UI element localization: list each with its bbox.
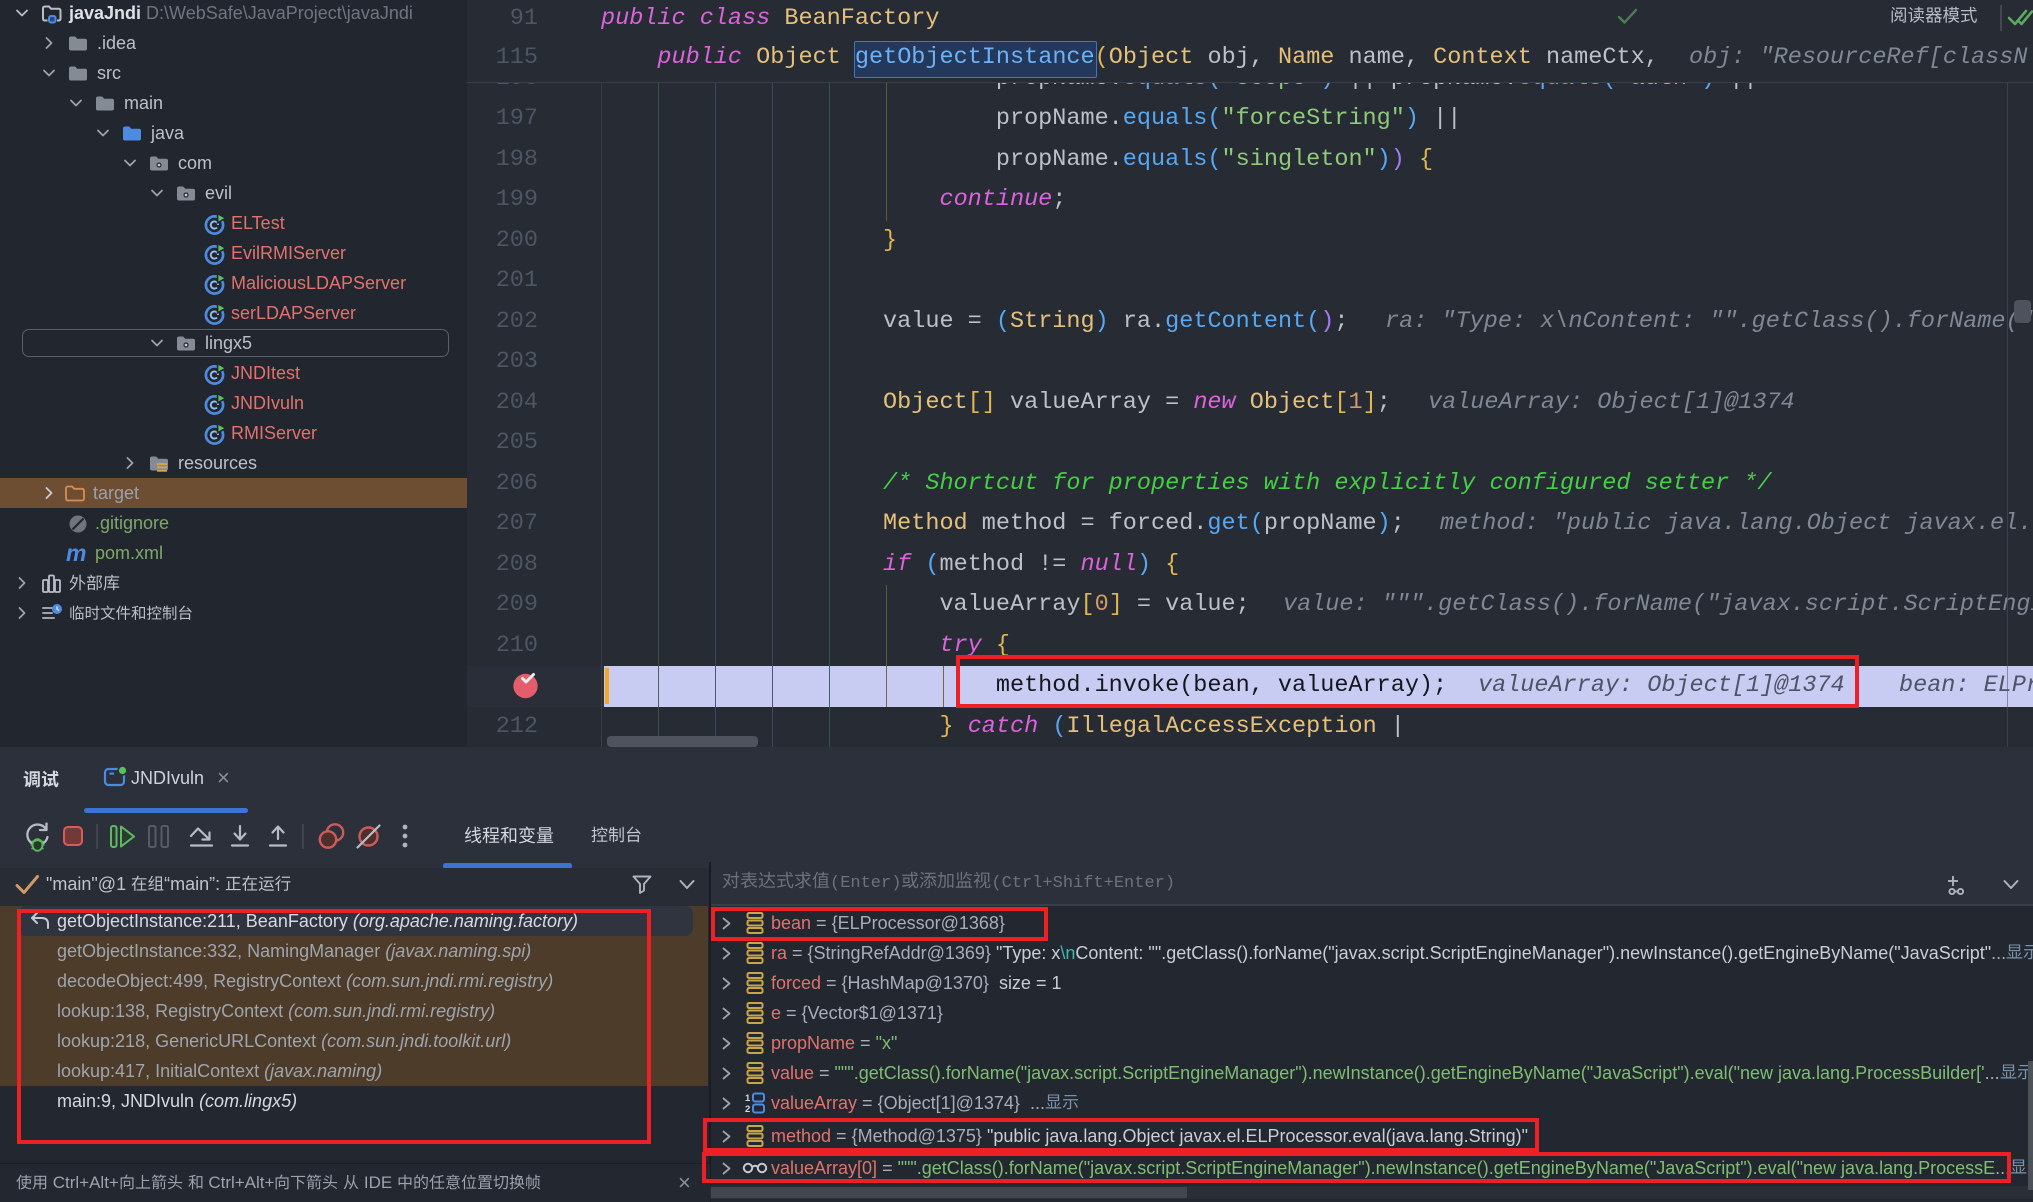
svg-text:1: 1 xyxy=(745,1093,751,1104)
svg-text:2: 2 xyxy=(745,1104,750,1114)
